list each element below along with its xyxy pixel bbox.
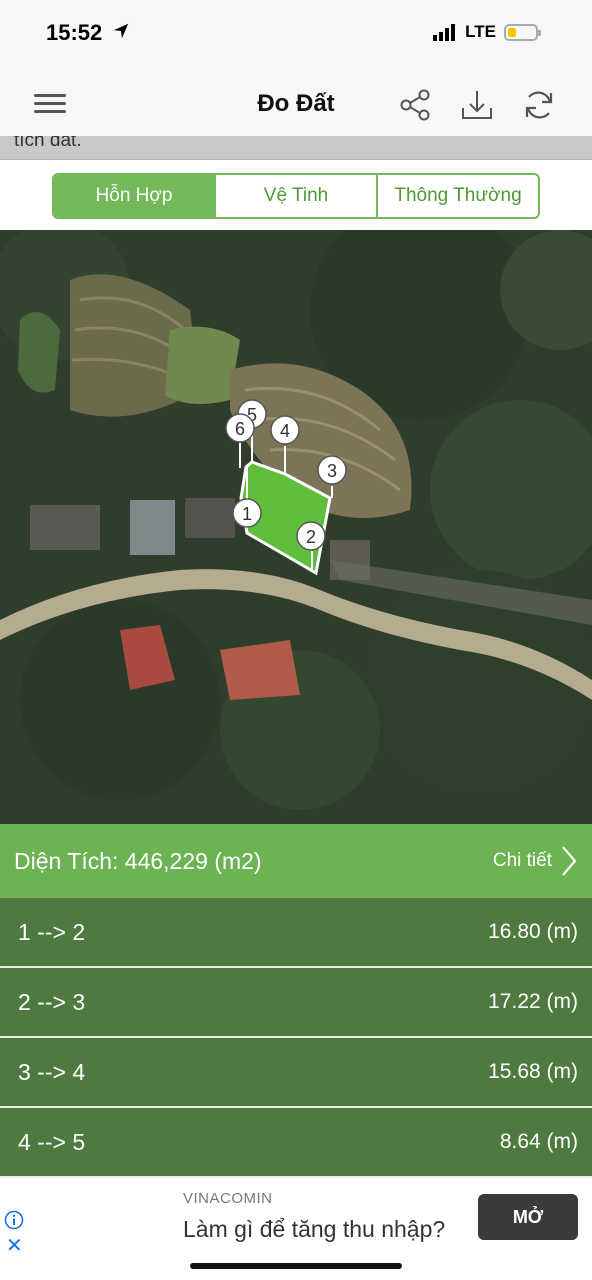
map-type-satellite[interactable]: Vệ Tinh — [216, 175, 378, 217]
area-value: Diện Tích: 446,229 (m2) — [14, 848, 262, 874]
detail-label: Chi tiết — [492, 850, 552, 871]
close-icon[interactable]: ✕ — [6, 1236, 23, 1256]
map-view[interactable]: 5 6 4 3 1 2 — [0, 230, 592, 824]
status-right: LTE — [433, 22, 541, 42]
status-bar: 15:52 LTE — [0, 0, 592, 68]
hint-strip: tích đất. — [0, 136, 592, 160]
list-item[interactable]: 2 --> 3 17.22 (m) — [0, 968, 592, 1038]
map-type-hybrid[interactable]: Hỗn Hợp — [54, 175, 216, 217]
download-icon[interactable] — [460, 88, 494, 122]
location-arrow-icon — [113, 23, 129, 39]
ad-headline: Làm gì để tăng thu nhập? — [183, 1216, 446, 1242]
home-indicator[interactable] — [190, 1263, 402, 1269]
segment-length: 8.64 (m) — [499, 1130, 578, 1153]
network-type: LTE — [465, 22, 496, 41]
segment-name: 4 --> 5 — [18, 1128, 86, 1155]
segment-name: 1 --> 2 — [18, 918, 86, 945]
share-icon[interactable] — [398, 88, 432, 122]
map-type-selector: Hỗn Hợp Vệ Tinh Thông Thường — [52, 173, 540, 219]
map-type-normal[interactable]: Thông Thường — [378, 175, 538, 217]
segment-length: 16.80 (m) — [488, 920, 578, 943]
map-marker[interactable]: 3 — [317, 455, 347, 485]
battery-level — [508, 27, 516, 37]
segment-list: 1 --> 2 16.80 (m) 2 --> 3 17.22 (m) 3 --… — [0, 898, 592, 1178]
ad-advertiser: VINACOMIN — [183, 1190, 273, 1207]
ad-open-button[interactable]: MỞ — [478, 1194, 578, 1240]
segment-length: 17.22 (m) — [488, 990, 578, 1013]
hint-text: tích đất. — [14, 136, 82, 151]
chevron-right-icon — [562, 846, 577, 876]
detail-button[interactable]: Chi tiết — [493, 844, 578, 878]
marker-label: 3 — [327, 461, 337, 481]
marker-label: 6 — [235, 419, 245, 439]
list-item[interactable]: 4 --> 5 8.64 (m) — [0, 1108, 592, 1178]
marker-label: 2 — [306, 527, 316, 547]
list-item[interactable]: 1 --> 2 16.80 (m) — [0, 898, 592, 968]
list-item[interactable]: 3 --> 4 15.68 (m) — [0, 1038, 592, 1108]
status-time: 15:52 — [46, 20, 103, 45]
signal-icon — [433, 23, 457, 41]
app-header: Đo Đất — [0, 68, 592, 140]
map-type-bar: Hỗn Hợp Vệ Tinh Thông Thường — [0, 160, 592, 230]
segment-length: 15.68 (m) — [488, 1060, 578, 1083]
ad-banner[interactable]: ✕ VINACOMIN Làm gì để tăng thu nhập? MỞ — [0, 1178, 592, 1258]
map-marker[interactable]: 4 — [270, 415, 300, 445]
area-summary-bar: Diện Tích: 446,229 (m2) Chi tiết — [0, 824, 592, 898]
segment-name: 2 --> 3 — [18, 988, 86, 1015]
marker-label: 4 — [280, 421, 290, 441]
map-marker[interactable]: 2 — [296, 521, 326, 551]
page-title: Đo Đất — [257, 90, 335, 117]
refresh-icon[interactable] — [522, 88, 556, 122]
marker-layer: 5 6 4 3 1 2 — [225, 399, 347, 551]
map-marker[interactable]: 1 — [232, 498, 262, 528]
battery-icon — [504, 23, 541, 41]
marker-label: 1 — [242, 504, 252, 524]
map-marker[interactable]: 6 — [225, 413, 255, 443]
info-icon[interactable] — [4, 1210, 24, 1230]
segment-name: 3 --> 4 — [18, 1058, 86, 1085]
